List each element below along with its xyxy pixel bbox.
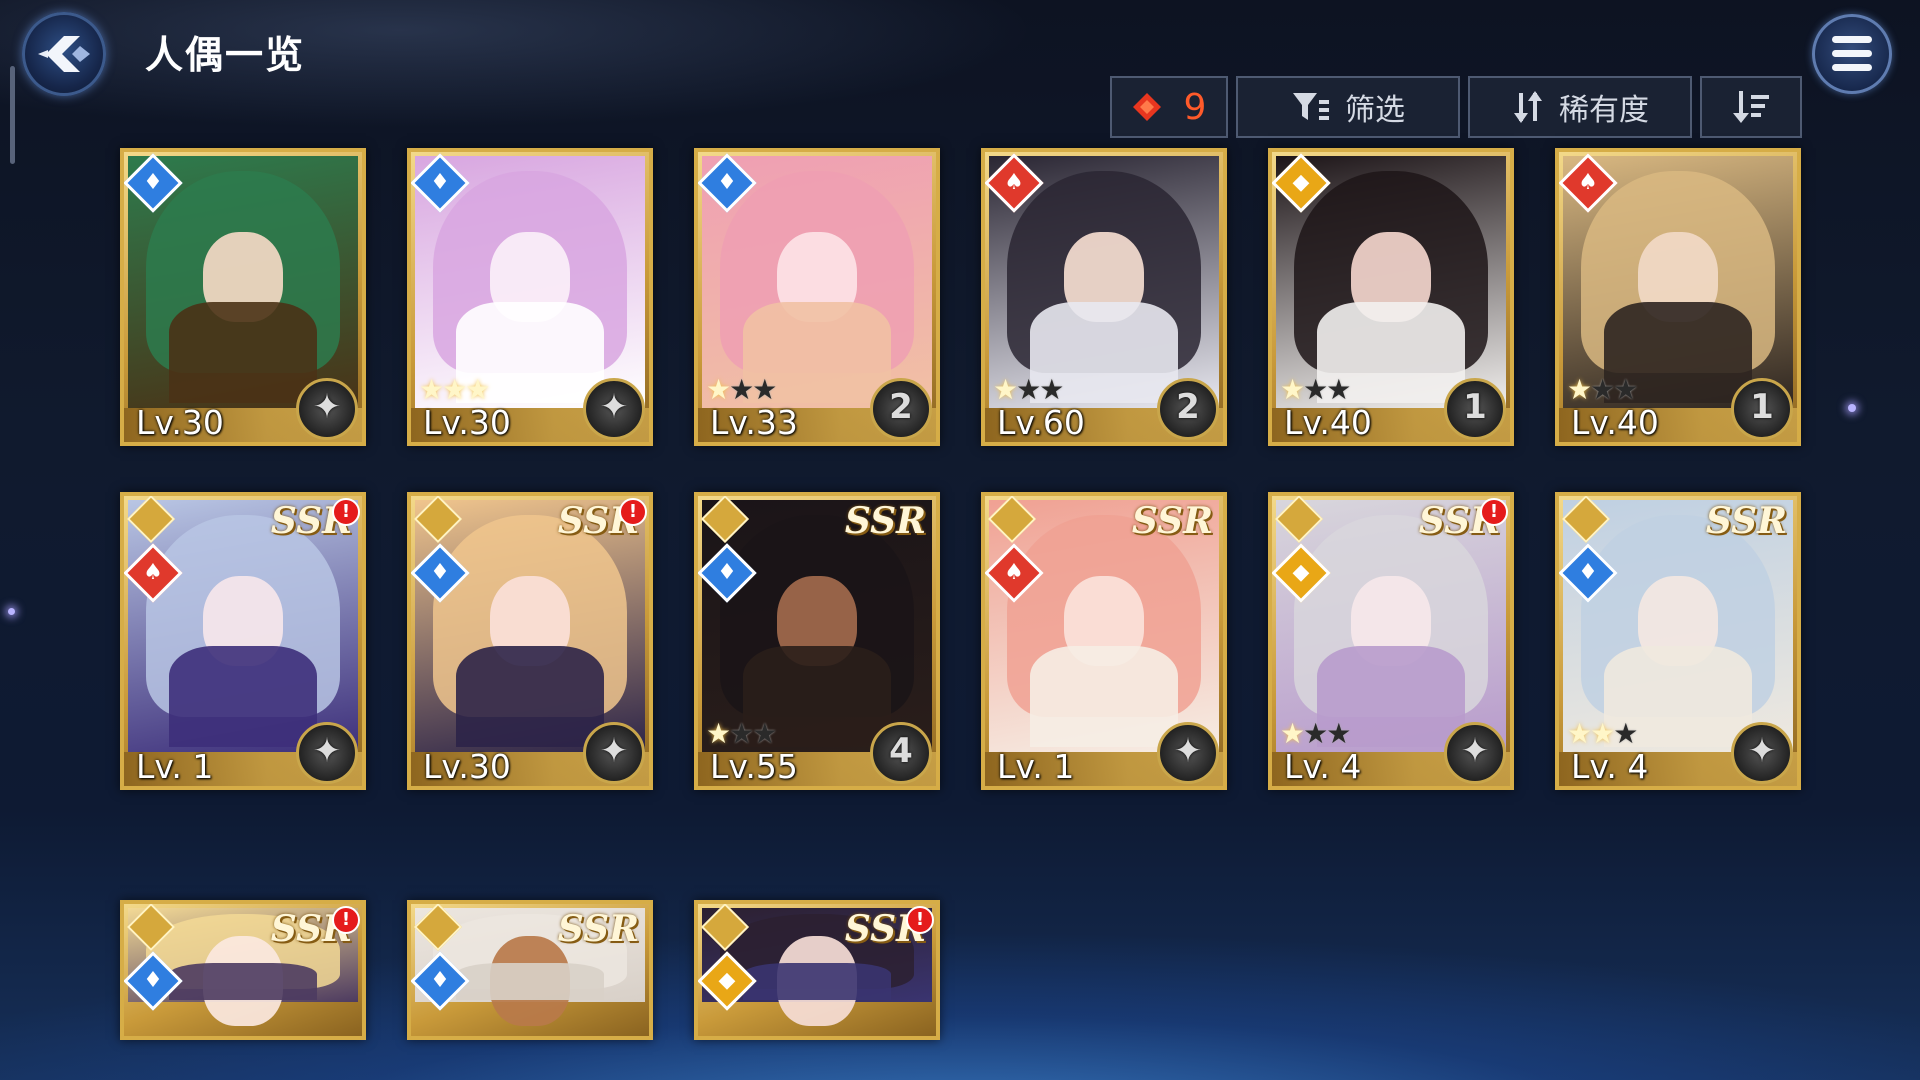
star-icon: ★ [1303,717,1328,750]
star-icon: ★ [1326,717,1351,750]
wing-emblem-icon: ✦ [296,378,358,440]
level-label: Lv.30 [136,403,224,442]
level-label: Lv.55 [710,747,798,786]
level-label: Lv.40 [1571,403,1659,442]
star-rating: ★★★ [1567,717,1638,750]
doll-card[interactable]: SSR! ◆ ★★★ Lv. 4 ✦ [1268,492,1514,790]
star-rating: ★★★ [1280,717,1351,750]
star-icon: ★ [1613,373,1638,406]
star-icon: ★ [729,373,754,406]
star-icon: ★ [1016,373,1041,406]
awaken-count-badge: 1 [1731,378,1793,440]
star-icon: ★ [1303,373,1328,406]
wing-emblem-icon: ✦ [583,378,645,440]
star-icon: ★ [706,373,731,406]
doll-card[interactable]: SSR ♦ ★★★ Lv. 4 ✦ [1555,492,1801,790]
doll-card[interactable]: SSR! ♦ [120,900,366,1040]
star-icon: ★ [1326,373,1351,406]
star-icon: ★ [752,717,777,750]
doll-card[interactable]: SSR! ♦ Lv.30 ✦ [407,492,653,790]
wing-emblem-icon: ✦ [1157,722,1219,784]
star-icon: ★ [1590,373,1615,406]
star-rating: ★★★ [706,717,777,750]
awaken-count-badge: 1 [1444,378,1506,440]
star-icon: ★ [1590,717,1615,750]
doll-card-grid: ♦ Lv.30 ✦ ♦ ★★★ Lv.30 ✦ ♦ ★★★ Lv.33 2 ♠ ★★★ Lv.60 2 ◆ ★★… [0,0,1920,1080]
star-icon: ★ [729,717,754,750]
level-label: Lv.40 [1284,403,1372,442]
doll-card[interactable]: ♦ Lv.30 ✦ [120,148,366,446]
wing-emblem-icon: ✦ [583,722,645,784]
level-label: Lv. 1 [997,747,1075,786]
level-label: Lv. 4 [1571,747,1649,786]
rarity-label: SSR [844,500,926,542]
star-rating: ★★★ [993,373,1064,406]
star-icon: ★ [1280,717,1305,750]
level-label: Lv.33 [710,403,798,442]
doll-card[interactable]: ♠ ★★★ Lv.40 1 [1555,148,1801,446]
doll-card[interactable]: SSR! ♠ Lv. 1 ✦ [120,492,366,790]
star-icon: ★ [465,373,490,406]
star-icon: ★ [1280,373,1305,406]
level-label: Lv. 4 [1284,747,1362,786]
star-icon: ★ [1613,717,1638,750]
new-alert-icon: ! [1480,498,1508,526]
star-icon: ★ [993,373,1018,406]
doll-card[interactable]: SSR ♦ [407,900,653,1040]
new-alert-icon: ! [619,498,647,526]
new-alert-icon: ! [332,906,360,934]
new-alert-icon: ! [906,906,934,934]
doll-card[interactable]: ◆ ★★★ Lv.40 1 [1268,148,1514,446]
rarity-label: SSR [557,908,639,950]
doll-card[interactable]: SSR! ◆ [694,900,940,1040]
star-rating: ★★★ [1280,373,1351,406]
doll-card[interactable]: ♦ ★★★ Lv.33 2 [694,148,940,446]
star-icon: ★ [442,373,467,406]
star-rating: ★★★ [419,373,490,406]
star-icon: ★ [1567,373,1592,406]
awaken-count-badge: 2 [870,378,932,440]
level-label: Lv.30 [423,403,511,442]
doll-card[interactable]: SSR ♠ Lv. 1 ✦ [981,492,1227,790]
star-icon: ★ [419,373,444,406]
wing-emblem-icon: ✦ [296,722,358,784]
doll-card[interactable]: ♠ ★★★ Lv.60 2 [981,148,1227,446]
doll-card[interactable]: SSR ♦ ★★★ Lv.55 4 [694,492,940,790]
wing-emblem-icon: ✦ [1444,722,1506,784]
star-rating: ★★★ [706,373,777,406]
level-label: Lv.60 [997,403,1085,442]
star-icon: ★ [706,717,731,750]
awaken-count-badge: 4 [870,722,932,784]
doll-card[interactable]: ♦ ★★★ Lv.30 ✦ [407,148,653,446]
awaken-count-badge: 2 [1157,378,1219,440]
rarity-label: SSR [1131,500,1213,542]
wing-emblem-icon: ✦ [1731,722,1793,784]
level-label: Lv.30 [423,747,511,786]
star-icon: ★ [1567,717,1592,750]
level-label: Lv. 1 [136,747,214,786]
rarity-label: SSR [1705,500,1787,542]
new-alert-icon: ! [332,498,360,526]
star-icon: ★ [1039,373,1064,406]
star-rating: ★★★ [1567,373,1638,406]
star-icon: ★ [752,373,777,406]
